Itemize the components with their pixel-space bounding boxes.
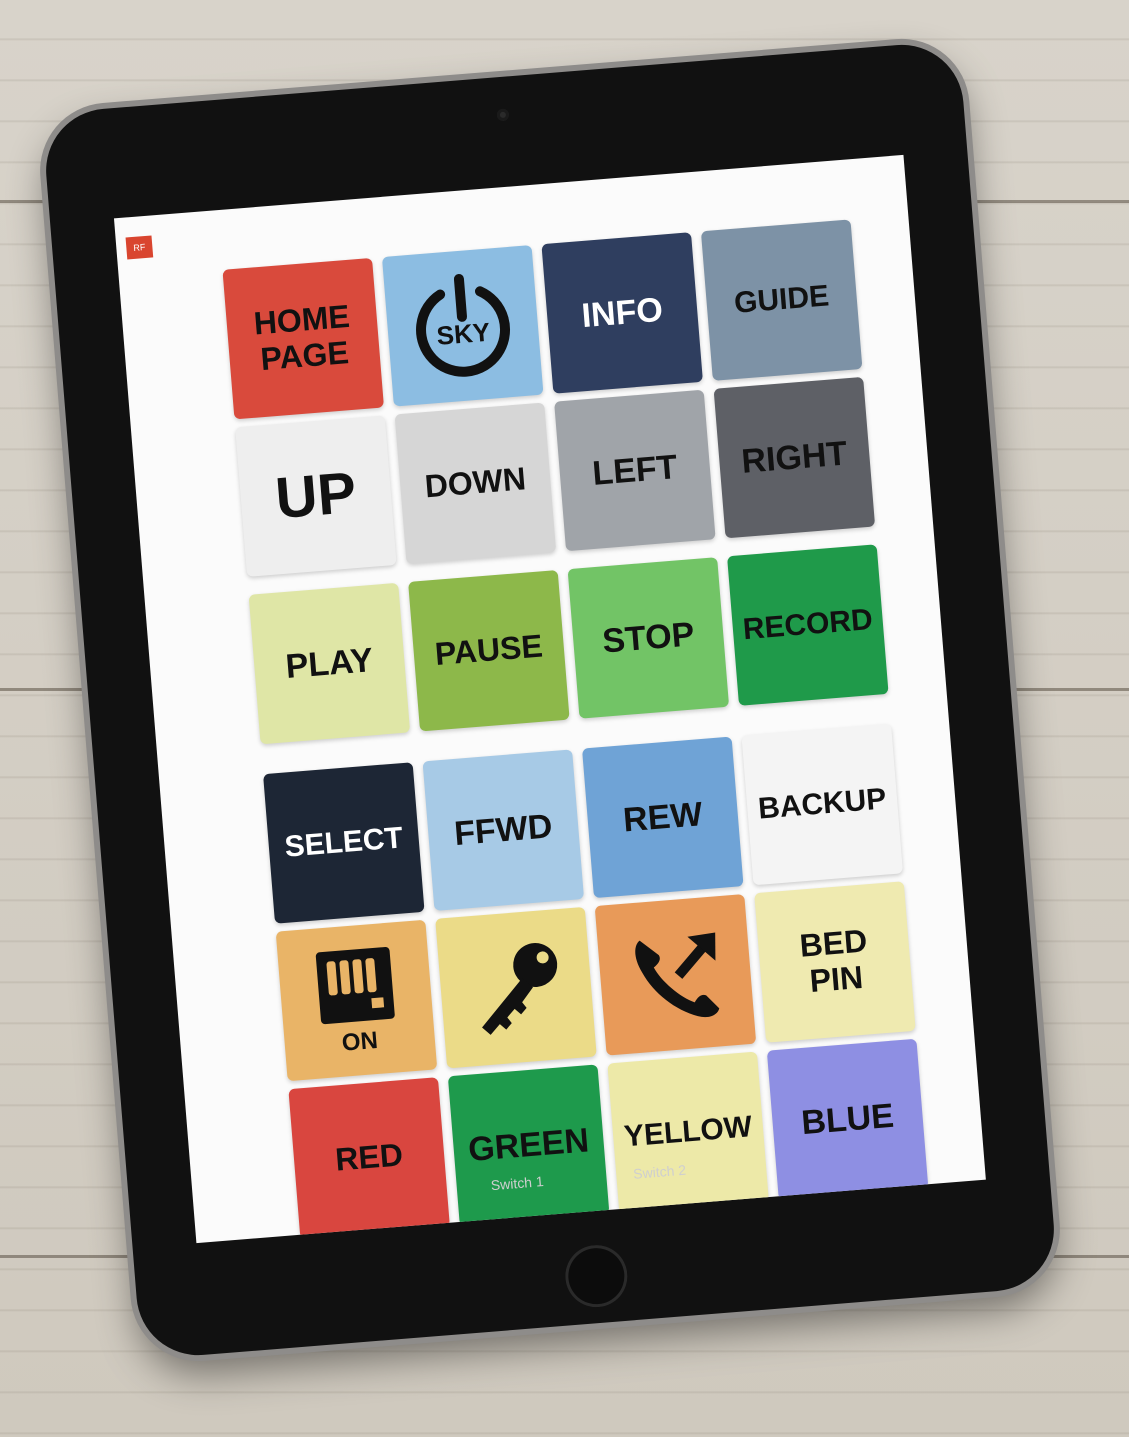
blue-label: BLUE — [799, 1096, 896, 1143]
guide-button[interactable]: GUIDE — [700, 219, 863, 381]
play-button[interactable]: PLAY — [248, 582, 411, 745]
yellow-button[interactable]: YELLOW — [607, 1051, 769, 1214]
left-button[interactable]: LEFT — [554, 389, 716, 552]
up-label: UP — [273, 459, 359, 531]
ffwd-button[interactable]: FFWD — [422, 749, 585, 911]
info-button[interactable]: INFO — [541, 232, 703, 394]
pause-button[interactable]: PAUSE — [408, 569, 570, 732]
stop-button[interactable]: STOP — [567, 557, 730, 719]
red-button[interactable]: RED — [288, 1077, 450, 1239]
home-page-label: HOME PAGE — [252, 298, 352, 378]
key-button[interactable] — [435, 906, 597, 1069]
select-label: SELECT — [283, 821, 405, 864]
rf-badge[interactable]: RF — [125, 235, 154, 260]
tablet: RF HOME PAGE SKY INFO GUIDE UP DOWN LEFT… — [41, 40, 1059, 1360]
rew-label: REW — [621, 795, 704, 840]
right-label: RIGHT — [740, 434, 849, 481]
up-button[interactable]: UP — [235, 415, 397, 577]
bed-pin-label: BED PIN — [798, 922, 869, 1000]
record-button[interactable]: RECORD — [727, 544, 889, 706]
phone-outgoing-button[interactable] — [594, 894, 757, 1056]
sky-power-button[interactable]: SKY — [381, 245, 544, 407]
bed-pin-button[interactable]: BED PIN — [754, 881, 916, 1043]
red-label: RED — [333, 1136, 405, 1178]
camera-icon — [496, 108, 510, 122]
key-icon — [482, 943, 558, 1035]
rew-button[interactable]: REW — [581, 736, 744, 899]
right-button[interactable]: RIGHT — [713, 376, 876, 539]
down-label: DOWN — [423, 460, 528, 505]
home-page-button[interactable]: HOME PAGE — [222, 257, 384, 420]
tablet-body: RF HOME PAGE SKY INFO GUIDE UP DOWN LEFT… — [41, 40, 1059, 1360]
yellow-label: YELLOW — [622, 1110, 754, 1154]
left-label: LEFT — [590, 448, 679, 493]
backup-button[interactable]: BACKUP — [741, 723, 904, 886]
record-label: RECORD — [741, 603, 874, 647]
select-button[interactable]: SELECT — [263, 762, 425, 924]
ffwd-label: FFWD — [452, 807, 554, 853]
heater-on-label: ON — [340, 1026, 379, 1057]
stop-label: STOP — [600, 615, 696, 661]
guide-label: GUIDE — [732, 279, 831, 321]
green-label: GREEN — [466, 1121, 591, 1169]
backup-label: BACKUP — [756, 782, 888, 826]
home-hardware-button[interactable] — [562, 1242, 630, 1310]
blue-button[interactable]: BLUE — [766, 1038, 929, 1201]
green-button[interactable]: GREEN — [447, 1064, 610, 1226]
power-icon: SKY — [416, 273, 511, 377]
remote-button-grid: HOME PAGE SKY INFO GUIDE UP DOWN LEFT RI… — [222, 219, 929, 1239]
play-label: PLAY — [284, 641, 375, 686]
heater-icon — [315, 946, 395, 1024]
phone-outgoing-icon — [635, 932, 720, 1018]
down-button[interactable]: DOWN — [394, 402, 557, 565]
pause-label: PAUSE — [433, 627, 544, 673]
info-label: INFO — [580, 290, 665, 336]
sky-label: SKY — [435, 317, 491, 351]
tablet-screen: RF HOME PAGE SKY INFO GUIDE UP DOWN LEFT… — [113, 154, 986, 1244]
heater-on-button[interactable]: ON — [275, 919, 438, 1082]
